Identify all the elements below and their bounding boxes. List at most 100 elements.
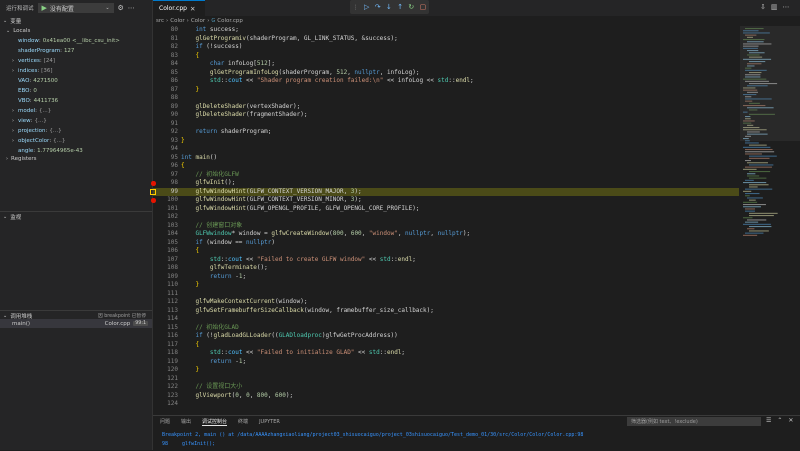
- code-line[interactable]: 82 if (!success): [153, 43, 739, 52]
- minimap-slider[interactable]: [740, 26, 800, 141]
- variable-separator: :: [49, 138, 52, 144]
- variable-row[interactable]: › projection: {...}: [0, 126, 152, 136]
- breadcrumb-item[interactable]: Color: [191, 18, 205, 24]
- code-line[interactable]: 114: [153, 315, 739, 324]
- code-line[interactable]: 90 glDeleteShader(fragmentShader);: [153, 111, 739, 120]
- watch-section-header[interactable]: ⌄ 监视: [0, 211, 152, 221]
- variable-row[interactable]: EBO:0: [0, 86, 152, 96]
- panel-tab-output[interactable]: 输出: [181, 418, 191, 425]
- restart-icon[interactable]: ↻: [408, 3, 414, 11]
- code-line[interactable]: 121: [153, 375, 739, 384]
- variable-row[interactable]: › model: {...}: [0, 106, 152, 116]
- start-debug-icon[interactable]: ▶: [42, 4, 47, 12]
- drag-handle-icon[interactable]: ⋮: [353, 4, 359, 11]
- tab-color-cpp[interactable]: Color.cpp ✕: [153, 0, 205, 16]
- code-line[interactable]: 118 std::cout << "Failed to initialize G…: [153, 349, 739, 358]
- more-actions-icon[interactable]: ⋯: [783, 3, 790, 11]
- code-line[interactable]: 99 glfwWindowHint(GLFW_CONTEXT_VERSION_M…: [150, 187, 739, 196]
- stop-icon[interactable]: ▢: [420, 3, 427, 11]
- code-line[interactable]: 105 if (window == nullptr): [153, 239, 739, 248]
- variables-section-header[interactable]: ⌄ 变量: [0, 16, 152, 26]
- code-line[interactable]: 98 glfwInit();: [151, 179, 739, 188]
- code-editor[interactable]: 80 int success; 81 glGetProgramiv(shaderP…: [150, 26, 739, 415]
- code-line[interactable]: 122 // 设置视口大小: [153, 383, 739, 392]
- code-line[interactable]: 85 glGetProgramInfoLog(shaderProgram, 51…: [153, 69, 739, 78]
- code-line[interactable]: 84 char infoLog[512];: [153, 60, 739, 69]
- code-line[interactable]: 112 glfwMakeContextCurrent(window);: [153, 298, 739, 307]
- step-over-icon[interactable]: ↷: [375, 3, 381, 11]
- breadcrumb-item[interactable]: Color: [170, 18, 184, 24]
- code-line[interactable]: 120 }: [153, 366, 739, 375]
- code-line[interactable]: 113 glfwSetFramebufferSizeCallback(windo…: [153, 307, 739, 316]
- close-panel-icon[interactable]: ✕: [788, 417, 793, 424]
- code-line[interactable]: 115 // 初始化GLAD: [153, 324, 739, 333]
- code-line[interactable]: 123 glViewport(0, 0, 800, 600);: [153, 392, 739, 401]
- open-changes-icon[interactable]: ⇩: [760, 3, 766, 11]
- split-editor-icon[interactable]: ▥: [771, 3, 778, 11]
- minimap-line: [745, 179, 754, 181]
- step-into-icon[interactable]: ↓: [386, 3, 392, 11]
- minimap-line: [743, 190, 752, 192]
- code-line[interactable]: 97 // 初始化GLFW: [153, 171, 739, 180]
- code-line[interactable]: 108 glfwTerminate();: [153, 264, 739, 273]
- code-line[interactable]: 91: [153, 120, 739, 129]
- code-line[interactable]: 103 // 创建窗口对象: [153, 222, 739, 231]
- code-line[interactable]: 83 {: [153, 52, 739, 61]
- variable-row[interactable]: › objectColor: {...}: [0, 136, 152, 146]
- close-icon[interactable]: ✕: [190, 5, 195, 13]
- locals-scope-row[interactable]: ⌄ Locals: [0, 26, 152, 36]
- code-line[interactable]: 110 }: [153, 281, 739, 290]
- code-line[interactable]: 116 if (!gladLoadGLLoader((GLADloadproc)…: [153, 332, 739, 341]
- code-line[interactable]: 96{: [153, 162, 739, 171]
- code-text: // 创建窗口对象: [195, 221, 243, 229]
- stack-frame-row[interactable]: main() Color.cpp 99:1: [0, 319, 152, 328]
- code-line[interactable]: 107 std::cout << "Failed to create GLFW …: [153, 256, 739, 265]
- variable-row[interactable]: VAO:4271500: [0, 76, 152, 86]
- gear-icon[interactable]: ⚙: [118, 4, 124, 12]
- code-line[interactable]: 124: [153, 400, 739, 409]
- variable-row[interactable]: › view: {...}: [0, 116, 152, 126]
- code-line[interactable]: 87 }: [153, 86, 739, 95]
- minimap-line: [745, 195, 750, 197]
- variable-name: projection: [18, 128, 46, 134]
- maximize-panel-icon[interactable]: ⌃: [777, 417, 782, 424]
- code-line[interactable]: 94: [153, 145, 739, 154]
- panel-tab-debug-console[interactable]: 调试控制台: [202, 418, 228, 426]
- code-line[interactable]: 102: [153, 213, 739, 222]
- clear-console-icon[interactable]: ☰: [766, 417, 771, 424]
- panel-tab-terminal[interactable]: 终端: [238, 418, 248, 425]
- variable-row[interactable]: VBO:4411736: [0, 96, 152, 106]
- code-line[interactable]: 109 return -1;: [153, 273, 739, 282]
- code-line[interactable]: 104 GLFWwindow* window = glfwCreateWindo…: [153, 230, 739, 239]
- step-out-icon[interactable]: ↑: [397, 3, 403, 11]
- code-line[interactable]: 117 {: [153, 341, 739, 350]
- registers-scope-row[interactable]: › Registers: [0, 154, 152, 164]
- variable-row[interactable]: shaderProgram:127: [0, 46, 152, 56]
- code-line[interactable]: 95 int main(): [153, 154, 739, 163]
- breadcrumb-item[interactable]: Color.cpp: [217, 18, 243, 24]
- code-line[interactable]: 86 std::cout << "Shader program creation…: [153, 77, 739, 86]
- code-line[interactable]: 92 return shaderProgram;: [153, 128, 739, 137]
- console-filter-input[interactable]: [627, 417, 761, 426]
- code-line[interactable]: 100 glfwWindowHint(GLFW_CONTEXT_VERSION_…: [151, 196, 739, 205]
- panel-tab-problems[interactable]: 问题: [160, 418, 170, 425]
- panel-tab-jupyter[interactable]: JUPYTER: [259, 419, 280, 425]
- code-line[interactable]: 101 glfwWindowHint(GLFW_OPENGL_PROFILE, …: [153, 205, 739, 214]
- code-line[interactable]: 93}: [153, 137, 739, 146]
- more-actions-icon[interactable]: ⋯: [128, 4, 135, 12]
- code-line[interactable]: 80 int success;: [153, 26, 739, 35]
- breadcrumb-item[interactable]: src: [156, 18, 164, 24]
- variable-row[interactable]: window:0x41ea00 <__libc_csu_init>: [0, 36, 152, 46]
- code-line[interactable]: 106 {: [153, 247, 739, 256]
- minimap-line: [749, 144, 767, 146]
- variable-row[interactable]: › indices: [36]: [0, 66, 152, 76]
- code-line[interactable]: 89 glDeleteShader(vertexShader);: [153, 103, 739, 112]
- launch-config-select[interactable]: ▶ 没有配置 ⌄: [37, 3, 114, 13]
- minimap-line: [743, 223, 771, 225]
- code-line[interactable]: 81 glGetProgramiv(shaderProgram, GL_LINK…: [153, 35, 739, 44]
- continue-icon[interactable]: ▷: [364, 3, 369, 11]
- code-line[interactable]: 88: [153, 94, 739, 103]
- code-line[interactable]: 119 return -1;: [153, 358, 739, 367]
- variable-row[interactable]: › vertices: [24]: [0, 56, 152, 66]
- code-line[interactable]: 111: [153, 290, 739, 299]
